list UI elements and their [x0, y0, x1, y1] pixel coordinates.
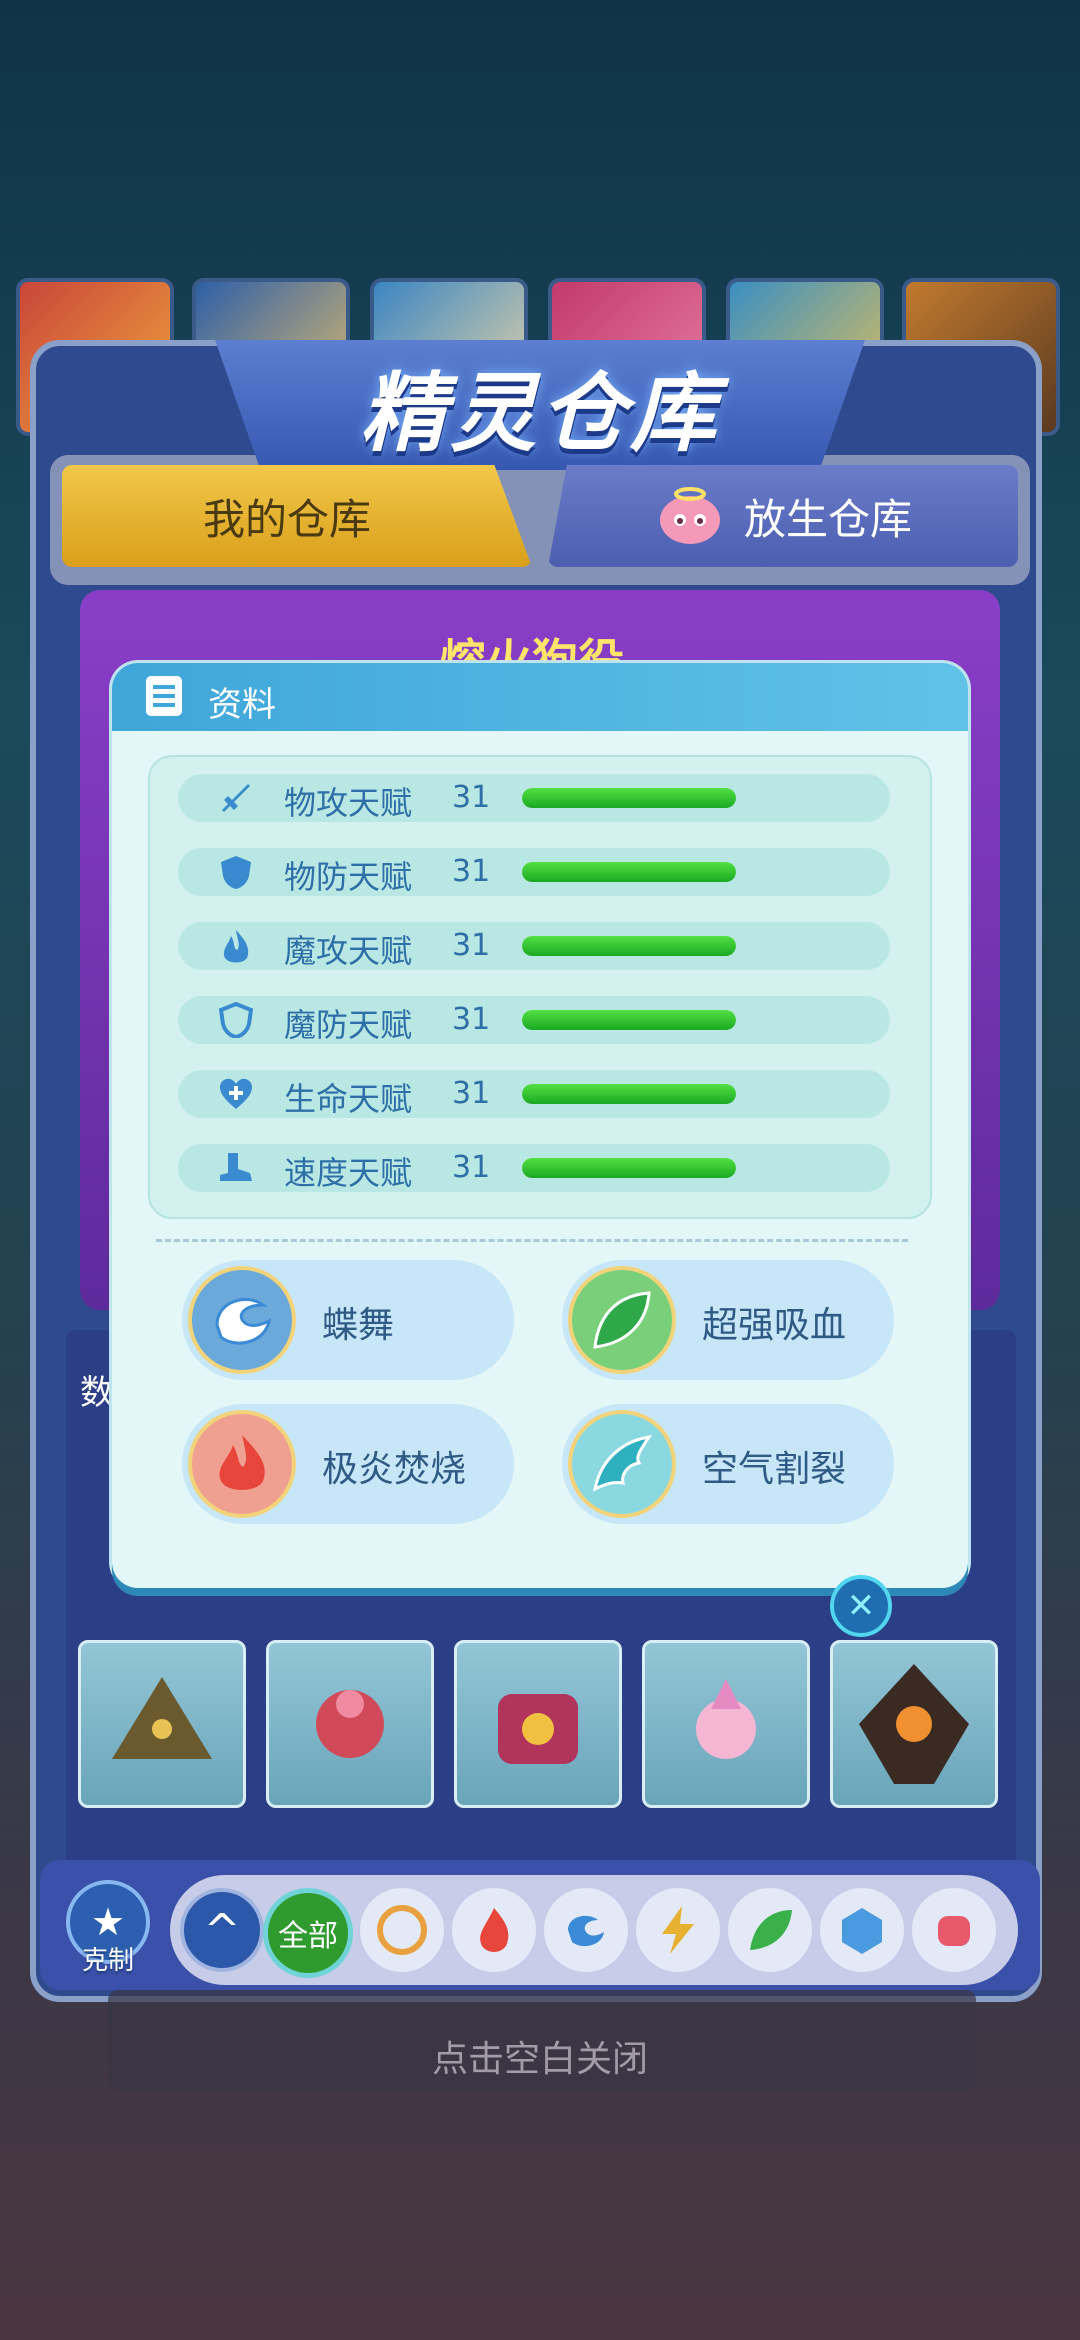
flame-icon	[218, 928, 254, 964]
stat-value: 31	[452, 854, 491, 889]
magic-shield-icon	[218, 1002, 254, 1038]
stat-label: 生命天赋	[284, 1080, 413, 1118]
skill-label: 超强吸血	[702, 1305, 847, 1346]
collapse-button[interactable]: ^	[180, 1888, 264, 1972]
stat-row-magic-attack: 魔攻天赋 31	[178, 922, 890, 970]
stat-bar-fill	[522, 862, 736, 882]
lava-pet-icon	[859, 1664, 969, 1784]
tab-release-warehouse-label: 放生仓库	[743, 494, 912, 544]
skill-flame-burn[interactable]: 极炎焚烧	[182, 1404, 514, 1524]
mech-pet-icon	[498, 1694, 578, 1764]
stat-row-health: 生命天赋 31	[178, 1070, 890, 1118]
stat-row-physical-defense: 物防天赋 31	[178, 848, 890, 896]
filter-wind-icon[interactable]	[544, 1888, 628, 1972]
stat-value: 31	[452, 1002, 491, 1037]
stat-label: 魔防天赋	[284, 1006, 413, 1044]
stat-bar	[522, 1010, 736, 1030]
fire-icon	[188, 1410, 296, 1518]
close-dialog-button[interactable]: ✕	[830, 1575, 892, 1637]
title-banner: 精灵仓库	[215, 340, 865, 470]
fairy-pet-icon	[696, 1679, 756, 1759]
document-icon	[146, 676, 182, 716]
pet-cell[interactable]	[642, 1640, 810, 1808]
skill-super-drain[interactable]: 超强吸血	[562, 1260, 894, 1380]
stat-bar-fill	[522, 936, 736, 956]
filter-all-button[interactable]: 全部	[263, 1888, 353, 1978]
list-header-fragment: 数	[80, 1373, 114, 1413]
stat-bar	[522, 788, 736, 808]
filter-ice-icon[interactable]	[820, 1888, 904, 1972]
stat-row-physical-attack: 物攻天赋 31	[178, 774, 890, 822]
stat-row-magic-defense: 魔防天赋 31	[178, 996, 890, 1044]
skill-label: 空气割裂	[702, 1449, 847, 1490]
stat-value: 31	[452, 1150, 491, 1185]
heart-plus-icon	[218, 1076, 254, 1112]
stat-row-speed: 速度天赋 31	[178, 1144, 890, 1192]
dashed-divider	[156, 1239, 908, 1242]
stat-value: 31	[452, 928, 491, 963]
close-icon: ✕	[846, 1586, 876, 1626]
stat-label: 物攻天赋	[284, 784, 413, 822]
info-dialog-title: 资料	[208, 685, 276, 725]
pet-cell[interactable]	[78, 1640, 246, 1808]
stat-bar	[522, 936, 736, 956]
skill-label: 极炎焚烧	[322, 1449, 467, 1490]
stat-bar	[522, 862, 736, 882]
filter-fighting-icon[interactable]	[912, 1888, 996, 1972]
stat-label: 魔攻天赋	[284, 932, 413, 970]
stat-label: 速度天赋	[284, 1154, 413, 1192]
filter-all-label: 全部	[278, 1919, 338, 1954]
wind-icon	[568, 1410, 676, 1518]
pet-cell[interactable]	[454, 1640, 622, 1808]
page-title: 精灵仓库	[360, 363, 720, 464]
boot-icon	[218, 1150, 254, 1186]
stat-bar	[522, 1084, 736, 1104]
crab-pet-icon	[316, 1690, 384, 1758]
pet-cell[interactable]	[266, 1640, 434, 1808]
pink-pet-icon	[659, 487, 720, 544]
filter-fire-icon[interactable]	[452, 1888, 536, 1972]
pet-cell[interactable]	[830, 1640, 998, 1808]
skill-butterfly-dance[interactable]: 蝶舞	[182, 1260, 514, 1380]
tab-my-warehouse[interactable]: 我的仓库	[62, 465, 532, 567]
restrain-label: 克制	[81, 1946, 134, 1976]
stat-bar-fill	[522, 788, 736, 808]
shield-icon	[218, 854, 254, 890]
skill-label: 蝶舞	[322, 1305, 395, 1346]
filter-normal-icon[interactable]	[360, 1888, 444, 1972]
close-hint[interactable]: 点击空白关闭	[0, 2030, 1080, 2082]
stat-value: 31	[452, 1076, 491, 1111]
filter-electric-icon[interactable]	[636, 1888, 720, 1972]
restrain-button[interactable]: ★ 克制	[62, 1880, 154, 1980]
pyramid-pet-icon	[112, 1677, 212, 1759]
butterfly-icon	[188, 1266, 296, 1374]
stat-value: 31	[452, 780, 491, 815]
filter-grass-icon[interactable]	[728, 1888, 812, 1972]
stat-bar	[522, 1158, 736, 1178]
sword-icon	[218, 780, 254, 816]
leaf-icon	[568, 1266, 676, 1374]
tab-release-warehouse[interactable]: 放生仓库	[548, 465, 1018, 567]
tab-my-warehouse-label: 我的仓库	[202, 494, 371, 544]
stat-bar-fill	[522, 1158, 736, 1178]
stat-bar-fill	[522, 1010, 736, 1030]
skill-air-slash[interactable]: 空气割裂	[562, 1404, 894, 1524]
stat-label: 物防天赋	[284, 858, 413, 896]
stat-bar-fill	[522, 1084, 736, 1104]
chevron-up-icon: ^	[203, 1904, 241, 1956]
